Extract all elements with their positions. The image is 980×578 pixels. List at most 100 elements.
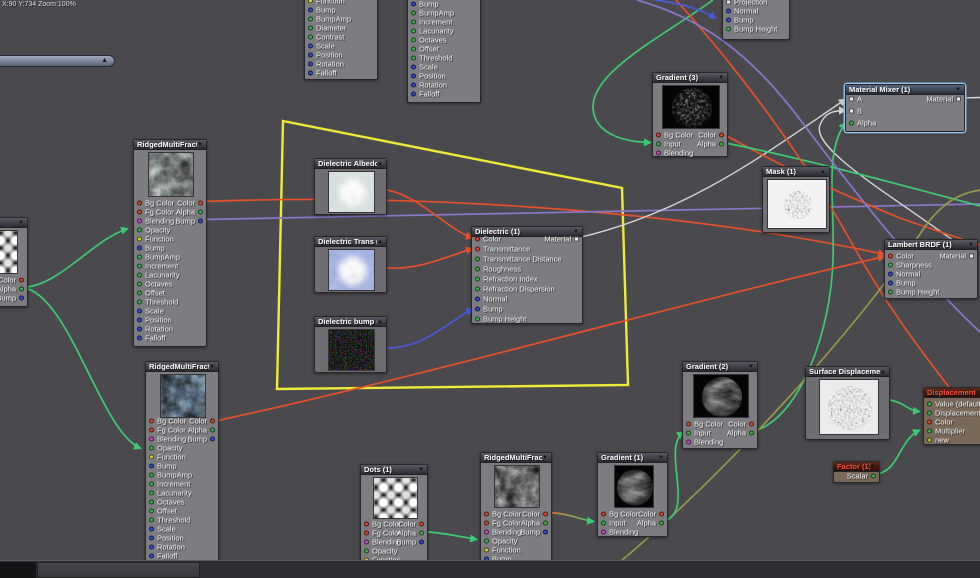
output-port-alpha[interactable] xyxy=(19,286,24,291)
input-port-offset[interactable] xyxy=(149,508,154,513)
input-port-falloff[interactable] xyxy=(308,70,313,75)
wire-trans-to-dielectric-transmittance[interactable] xyxy=(386,246,474,269)
node-editor-canvas[interactable]: X:90 Y:734 Zoom:100% ▲ ▼ColorAlphaBumpFu… xyxy=(0,0,980,578)
input-port-bumpamp[interactable] xyxy=(149,472,154,477)
wire-left-alpha-to-rmf2-opacity[interactable] xyxy=(22,226,129,289)
input-port-blending[interactable] xyxy=(364,539,369,544)
output-port-bump[interactable] xyxy=(543,529,548,534)
input-port-position[interactable] xyxy=(137,317,142,322)
input-port-bg-color[interactable] xyxy=(686,421,691,426)
input-port-refraction-index[interactable] xyxy=(475,276,480,282)
input-port-position[interactable] xyxy=(308,52,313,57)
output-port-alpha[interactable] xyxy=(419,530,424,535)
chevron-down-icon[interactable]: ▼ xyxy=(418,465,424,475)
node-dielectric-bump[interactable]: Dielectric bump (1)▲ xyxy=(314,316,387,373)
input-port-function[interactable] xyxy=(308,0,313,3)
node-lambert-brdf[interactable]: Lambert BRDF (1) ▼ Color Material Sharpness N… xyxy=(884,239,978,299)
input-port-bg-color[interactable] xyxy=(601,511,606,516)
output-port-alpha[interactable] xyxy=(749,430,754,435)
input-port-bump-height[interactable] xyxy=(475,316,480,322)
input-port-bumpamp[interactable] xyxy=(308,16,313,21)
input-port-color[interactable] xyxy=(927,419,932,424)
input-port-function[interactable] xyxy=(484,547,489,552)
input-port-color[interactable] xyxy=(475,236,480,242)
node-titlebar[interactable]: ▼ xyxy=(0,218,27,228)
input-port-increment[interactable] xyxy=(411,19,416,24)
input-port-bg-color[interactable] xyxy=(137,200,142,205)
input-port-refraction-dispersion[interactable] xyxy=(475,286,480,292)
input-port-offset[interactable] xyxy=(411,46,416,51)
input-port-sharpness[interactable] xyxy=(888,262,893,267)
node-material-mixer[interactable]: Material Mixer (1) ▼ A Material B Alpha xyxy=(845,84,965,132)
output-port-color[interactable] xyxy=(19,277,24,282)
node-titlebar[interactable]: Surface Displacement (1)▲ xyxy=(806,367,889,377)
input-port-bumpamp[interactable] xyxy=(411,10,416,15)
input-port-opacity[interactable] xyxy=(484,538,489,543)
scrollbar-thumb[interactable] xyxy=(37,562,200,578)
input-port-rotation[interactable] xyxy=(137,326,142,331)
node-titlebar[interactable]: Gradient (2) ▼ xyxy=(683,362,757,372)
chevron-up-icon[interactable]: ▲ xyxy=(101,56,108,66)
node-titlebar[interactable]: Dielectric Trans (1)▲ xyxy=(315,237,386,247)
input-port-lacunarity[interactable] xyxy=(137,272,142,277)
input-port-contrast[interactable] xyxy=(308,34,313,39)
input-port-offset[interactable] xyxy=(137,290,142,295)
input-port-rotation[interactable] xyxy=(308,61,313,66)
node-titlebar[interactable]: RidgedMultiFractal (2)▼ xyxy=(134,140,206,150)
node-displacement[interactable]: Displacement (1)▼Value (default=Displace… xyxy=(923,387,980,445)
input-port-opacity[interactable] xyxy=(149,445,154,450)
input-port-bump[interactable] xyxy=(888,280,893,285)
chevron-up-icon[interactable]: ▲ xyxy=(377,159,383,169)
output-port-material[interactable] xyxy=(956,96,961,102)
chevron-down-icon[interactable]: ▼ xyxy=(197,140,203,150)
input-port-falloff[interactable] xyxy=(411,91,416,96)
node-dielectric[interactable]: Dielectric (1) ▼ Color Material Transmittanc… xyxy=(471,226,583,324)
output-port-bump[interactable] xyxy=(419,539,424,544)
input-port-increment[interactable] xyxy=(137,263,142,268)
output-port-color[interactable] xyxy=(210,418,215,423)
node-titlebar[interactable]: Mask (1) ▲ xyxy=(763,167,829,177)
input-port-blending[interactable] xyxy=(484,529,489,534)
chevron-up-icon[interactable]: ▲ xyxy=(820,167,826,177)
input-port-rotation[interactable] xyxy=(411,82,416,87)
input-port-scale[interactable] xyxy=(149,526,154,531)
input-port-octaves[interactable] xyxy=(137,281,142,286)
wire-left-alpha-to-rmf3-opacity[interactable] xyxy=(22,286,142,450)
input-port-blending[interactable] xyxy=(686,439,691,444)
horizontal-scrollbar[interactable] xyxy=(0,560,980,578)
node-titlebar[interactable]: Dots (1) ▼ xyxy=(361,465,427,475)
input-port-input[interactable] xyxy=(656,141,661,146)
input-port-bg-color[interactable] xyxy=(364,521,369,526)
input-port-multiplier[interactable] xyxy=(927,428,932,433)
input-port-bump-height[interactable] xyxy=(726,26,731,31)
input-port-increment[interactable] xyxy=(149,481,154,486)
chevron-down-icon[interactable]: ▼ xyxy=(658,453,664,463)
chevron-up-icon[interactable]: ▲ xyxy=(880,367,886,377)
input-port-diameter[interactable] xyxy=(308,25,313,30)
node-fractal-top[interactable]: Bump BumpAmp Increment Lacunarity Octaves Off… xyxy=(407,0,481,103)
collapsed-panel-bar[interactable]: ▲ xyxy=(0,55,115,67)
node-dots-top[interactable]: Function Bump BumpAmp Diameter Contrast Scale… xyxy=(304,0,378,80)
input-port-bump[interactable] xyxy=(137,245,142,250)
input-port-blending[interactable] xyxy=(137,218,142,223)
node-surface-displacement[interactable]: Surface Displacement (1)▲ xyxy=(805,366,890,440)
node-projection-top[interactable]: Projection Normal Bump Bump Height xyxy=(722,0,790,40)
input-port-transmittance-distance[interactable] xyxy=(475,256,480,262)
input-port-octaves[interactable] xyxy=(149,499,154,504)
node-titlebar[interactable]: RidgedMultiFractal (3)▼ xyxy=(146,362,218,372)
input-port-scale[interactable] xyxy=(308,43,313,48)
output-port-bump[interactable] xyxy=(198,218,203,223)
input-port-projection[interactable] xyxy=(726,0,731,4)
node-titlebar[interactable]: Dielectric bump (1)▲ xyxy=(315,317,386,327)
wire-dots1-alpha-to-rmf1-opacity[interactable] xyxy=(422,530,478,543)
output-port-alpha[interactable] xyxy=(543,520,548,525)
node-titlebar[interactable]: Dielectric Albedo (1)▲ xyxy=(315,159,386,169)
chevron-down-icon[interactable]: ▼ xyxy=(542,453,548,463)
input-port-normal[interactable] xyxy=(726,8,731,13)
output-port-color[interactable] xyxy=(198,200,203,205)
node-texture-left[interactable]: ▼ ColorAlphaBump xyxy=(0,217,28,307)
input-port-bg-color[interactable] xyxy=(149,418,154,423)
input-port-value-default-[interactable] xyxy=(927,401,932,406)
input-port-function[interactable] xyxy=(137,236,142,241)
output-port-material[interactable] xyxy=(969,253,974,258)
